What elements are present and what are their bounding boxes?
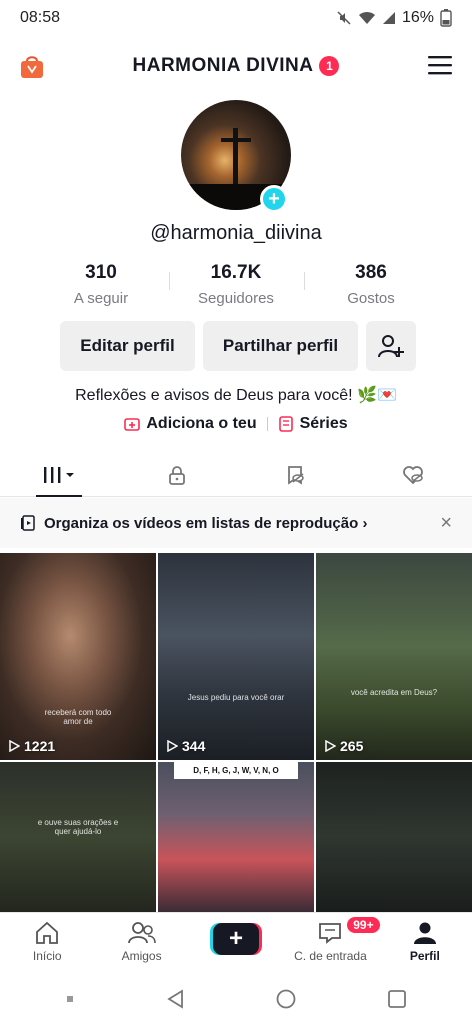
notification-badge: 1	[319, 56, 340, 76]
nav-inbox[interactable]: 99+ C. de entrada	[283, 913, 382, 974]
stat-label: A seguir	[73, 290, 129, 307]
stat-label: Gostos	[347, 290, 395, 307]
series-icon	[278, 416, 293, 432]
recents-dot-icon[interactable]	[64, 993, 76, 1005]
play-icon	[9, 740, 20, 752]
playlist-banner-text: Organiza os vídeos em listas de reproduç…	[44, 514, 359, 532]
view-count: 344	[166, 738, 205, 754]
chevron-right-icon: ›	[362, 514, 368, 532]
home-icon	[36, 921, 59, 944]
series-link[interactable]: Séries	[278, 415, 348, 433]
view-count-value: 344	[182, 738, 206, 754]
nav-create[interactable]: +	[189, 913, 283, 974]
playlist-icon	[21, 515, 35, 531]
shopping-bag-icon[interactable]	[18, 52, 46, 80]
nav-friends[interactable]: Amigos	[94, 913, 188, 974]
tab-reposts[interactable]	[236, 453, 354, 496]
profile-header: HARMONIA DIVINA 1	[0, 42, 472, 90]
nav-label: Amigos	[121, 949, 162, 963]
close-icon[interactable]: ×	[440, 512, 452, 535]
friends-icon	[127, 922, 156, 944]
status-time: 08:58	[20, 9, 61, 26]
divider	[266, 417, 268, 431]
wifi-icon	[358, 11, 375, 24]
profile-bio: Reflexões e avisos de Deus para você! 🌿💌	[75, 387, 397, 404]
status-icons: 16%	[336, 9, 452, 27]
battery-icon	[440, 9, 452, 27]
add-user-icon	[378, 335, 404, 358]
view-count: 1221	[8, 738, 55, 754]
profile-icon	[413, 922, 436, 944]
add-yours-link[interactable]: Adiciona o teu	[124, 415, 257, 433]
inbox-badge: 99+	[345, 915, 382, 935]
create-button[interactable]: +	[213, 923, 260, 955]
add-avatar-button[interactable]: +	[260, 185, 288, 213]
stats-row: 310 A seguir 16.7K Seguidores 386 Gostos	[0, 262, 472, 307]
tab-liked[interactable]	[354, 453, 472, 496]
videos-grid-icon	[44, 466, 74, 483]
view-count-value: 265	[340, 738, 364, 754]
video-caption: Jesus pediu para você orar	[187, 693, 285, 702]
hidden-bookmark-icon	[288, 465, 304, 485]
username: @harmonia_diivina	[150, 222, 322, 244]
plus-icon: +	[229, 925, 244, 952]
hidden-heart-icon	[403, 465, 423, 484]
video-caption: você acredita em Deus?	[350, 688, 438, 697]
nav-label: C. de entrada	[294, 949, 367, 963]
video-thumbnail[interactable]: receberá com todo amor de 1221	[0, 553, 156, 760]
view-count: 265	[324, 738, 363, 754]
profile-links: Adiciona o teu Séries	[0, 415, 472, 433]
nav-home[interactable]: Início	[0, 913, 94, 974]
add-yours-icon	[124, 418, 141, 431]
video-thumbnail[interactable]: e ouve suas orações e quer ajudá-lo	[0, 762, 156, 912]
system-nav-bar	[0, 974, 472, 1024]
nav-profile[interactable]: Perfil	[378, 913, 472, 974]
edit-profile-button[interactable]: Editar perfil	[60, 321, 195, 371]
video-thumbnail[interactable]: Jesus pediu para você orar 344	[158, 553, 314, 760]
tab-private[interactable]	[118, 453, 236, 496]
battery-level: 16%	[401, 9, 434, 26]
stat-value: 16.7K	[210, 262, 262, 283]
video-thumbnail[interactable]: você acredita em Deus? 265	[316, 553, 472, 760]
playlist-banner[interactable]: Organiza os vídeos em listas de reproduç…	[0, 498, 472, 548]
video-thumbnail[interactable]	[316, 762, 472, 912]
play-icon	[167, 740, 178, 752]
video-grid: receberá com todo amor de 1221 Jesus ped…	[0, 553, 472, 912]
signal-icon	[382, 12, 395, 24]
play-icon	[325, 740, 336, 752]
mute-icon	[337, 11, 351, 25]
content-tabs	[0, 453, 472, 497]
tab-videos[interactable]	[0, 453, 118, 497]
inbox-icon	[319, 923, 342, 944]
stat-value: 310	[85, 262, 117, 283]
stat-value: 386	[355, 262, 387, 283]
stat-likes[interactable]: 386 Gostos	[303, 262, 439, 307]
share-profile-button[interactable]: Partilhar perfil	[203, 321, 358, 371]
nav-label: Perfil	[409, 949, 440, 963]
nav-label: Início	[32, 949, 62, 963]
back-icon[interactable]	[165, 988, 187, 1010]
page-title[interactable]: HARMONIA DIVINA	[133, 55, 314, 77]
bottom-nav: Início Amigos + 99+ C. de entrada Perfil	[0, 912, 472, 974]
menu-icon[interactable]	[428, 54, 452, 76]
stat-following[interactable]: 310 A seguir	[34, 262, 169, 307]
stat-label: Seguidores	[198, 290, 274, 307]
profile-actions: Editar perfil Partilhar perfil	[60, 321, 416, 371]
video-caption: receberá com todo amor de	[44, 708, 112, 726]
lock-icon	[169, 465, 185, 485]
view-count-value: 1221	[24, 738, 56, 754]
video-thumbnail[interactable]: D, F, H, G, J, W, V, N, O	[158, 762, 314, 912]
series-label: Séries	[299, 415, 348, 432]
letters-label: D, F, H, G, J, W, V, N, O	[174, 762, 298, 779]
overview-icon[interactable]	[386, 988, 408, 1010]
status-bar: 08:58 16%	[0, 0, 472, 36]
add-yours-label: Adiciona o teu	[146, 415, 257, 432]
home-button-icon[interactable]	[275, 988, 297, 1010]
add-friend-button[interactable]	[366, 321, 416, 371]
stat-followers[interactable]: 16.7K Seguidores	[168, 262, 304, 307]
video-caption: e ouve suas orações e quer ajudá-lo	[37, 818, 119, 836]
